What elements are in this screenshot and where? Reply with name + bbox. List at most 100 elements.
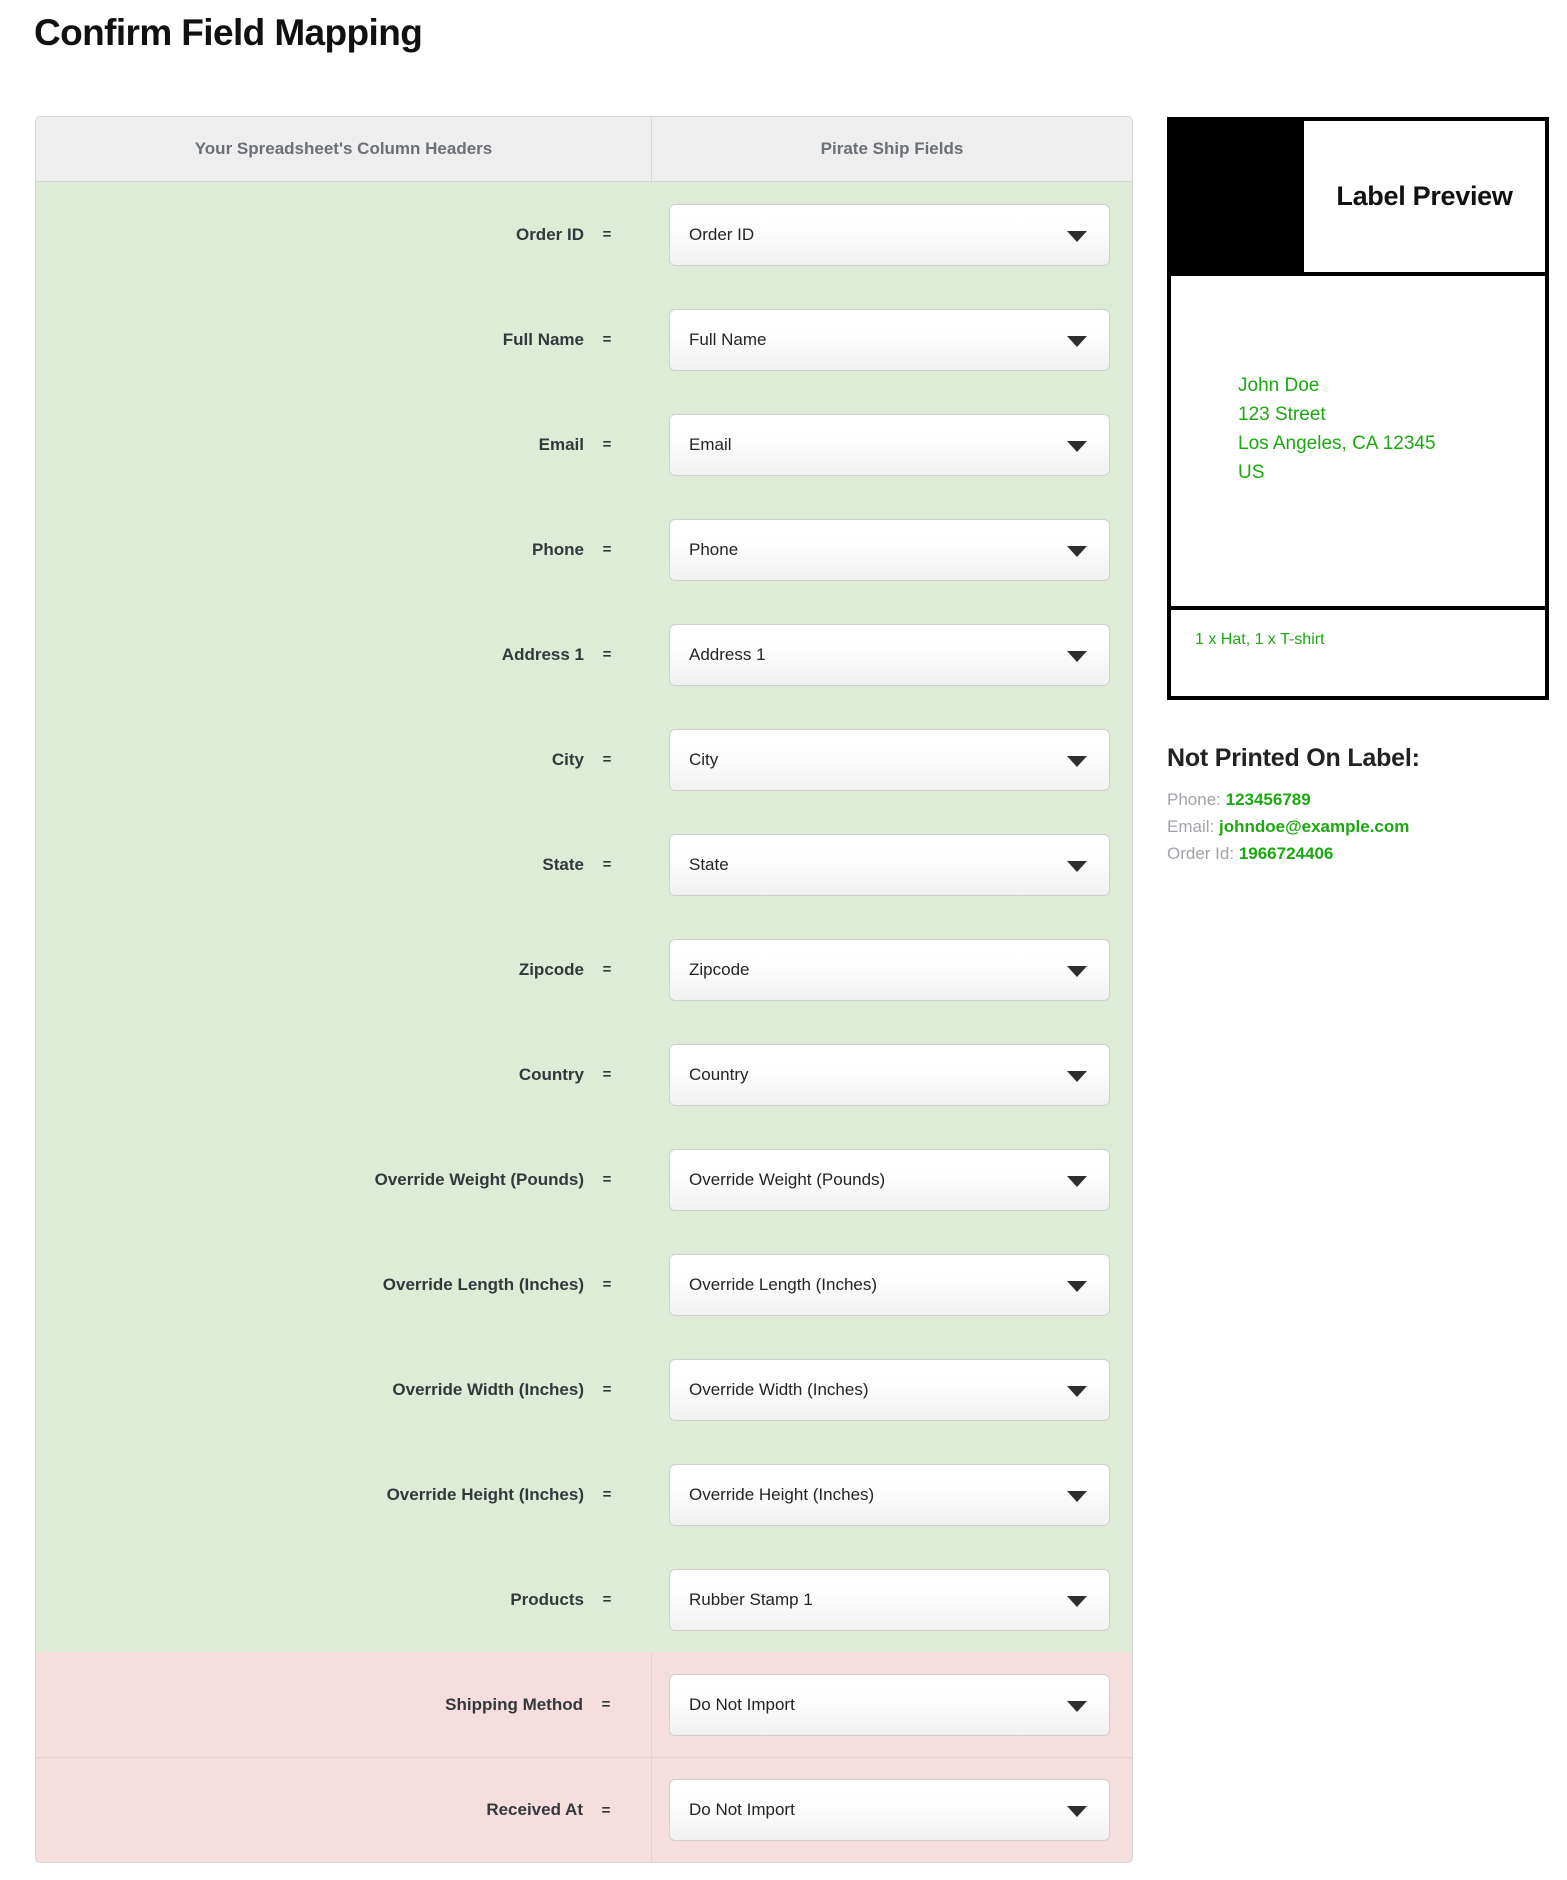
spreadsheet-column-name: Phone xyxy=(532,539,584,559)
equals-symbol: = xyxy=(602,961,612,978)
table-header-cell-pirate-ship: Pirate Ship Fields xyxy=(652,117,1132,181)
field-mapping-select-value: Email xyxy=(689,434,732,454)
field-mapping-select-value: Rubber Stamp 1 xyxy=(689,1589,813,1609)
not-printed-row: Phone: 123456789 xyxy=(1167,787,1549,814)
label-preview-panel: Label Preview John Doe 123 Street Los An… xyxy=(1167,117,1549,868)
pirate-ship-field-cell: City xyxy=(652,707,1132,812)
chevron-down-icon xyxy=(1067,1070,1087,1082)
field-mapping-select[interactable]: Address 1 xyxy=(669,623,1110,686)
shipping-label-box: Label Preview John Doe 123 Street Los An… xyxy=(1167,117,1549,700)
equals-symbol: = xyxy=(602,751,612,768)
table-row: Shipping Method = Do Not Import xyxy=(36,1652,1132,1757)
field-mapping-select[interactable]: State xyxy=(669,833,1110,896)
chevron-down-icon xyxy=(1067,1595,1087,1607)
table-row: Override Width (Inches) = Override Width (… xyxy=(36,1337,1132,1442)
spreadsheet-column-cell: City = xyxy=(36,707,652,812)
table-header-cell-spreadsheet: Your Spreadsheet's Column Headers xyxy=(36,117,652,181)
equals-symbol: = xyxy=(602,1066,612,1083)
equals-symbol: = xyxy=(602,1276,612,1293)
table-row: Products = Rubber Stamp 1 xyxy=(36,1547,1132,1652)
pirate-ship-field-cell: Address 1 xyxy=(652,602,1132,707)
field-mapping-select[interactable]: City xyxy=(669,728,1110,791)
spreadsheet-column-cell: Products = xyxy=(36,1547,652,1652)
pirate-ship-field-cell: Phone xyxy=(652,497,1132,602)
equals-symbol: = xyxy=(602,1381,612,1398)
barcode-placeholder-icon xyxy=(1171,121,1304,272)
field-mapping-select[interactable]: Override Height (Inches) xyxy=(669,1463,1110,1526)
table-row: Email = Email xyxy=(36,392,1132,497)
field-mapping-select[interactable]: Override Width (Inches) xyxy=(669,1358,1110,1421)
spreadsheet-column-cell: Order ID = xyxy=(36,182,652,287)
chevron-down-icon xyxy=(1067,1490,1087,1502)
chevron-down-icon xyxy=(1067,650,1087,662)
pirate-ship-field-cell: Full Name xyxy=(652,287,1132,392)
spreadsheet-column-cell: Country = xyxy=(36,1022,652,1127)
spreadsheet-column-cell: Full Name = xyxy=(36,287,652,392)
chevron-down-icon xyxy=(1067,965,1087,977)
chevron-down-icon xyxy=(1067,440,1087,452)
field-mapping-select-value: Override Width (Inches) xyxy=(689,1379,869,1399)
chevron-down-icon xyxy=(1067,1385,1087,1397)
not-printed-row: Email: johndoe@example.com xyxy=(1167,814,1549,841)
spreadsheet-column-name: State xyxy=(542,854,584,874)
table-row: Override Weight (Pounds) = Override Weight… xyxy=(36,1127,1132,1232)
spreadsheet-column-name: Products xyxy=(510,1589,584,1609)
pirate-ship-field-cell: Country xyxy=(652,1022,1132,1127)
chevron-down-icon xyxy=(1067,755,1087,767)
field-mapping-select-value: Override Weight (Pounds) xyxy=(689,1169,886,1189)
table-row: Order ID = Order ID xyxy=(36,182,1132,287)
pirate-ship-field-cell: Override Length (Inches) xyxy=(652,1232,1132,1337)
pirate-ship-field-cell: Override Width (Inches) xyxy=(652,1337,1132,1442)
spreadsheet-column-cell: Override Weight (Pounds) = xyxy=(36,1127,652,1232)
field-mapping-select[interactable]: Zipcode xyxy=(669,938,1110,1001)
spreadsheet-column-name: Email xyxy=(538,434,584,454)
chevron-down-icon xyxy=(1067,1175,1087,1187)
field-mapping-select-value: Zipcode xyxy=(689,959,750,979)
table-row: Zipcode = Zipcode xyxy=(36,917,1132,1022)
spreadsheet-column-name: Order ID xyxy=(515,224,584,244)
field-mapping-select[interactable]: Full Name xyxy=(669,308,1110,371)
field-mapping-select[interactable]: Phone xyxy=(669,518,1110,581)
spreadsheet-column-name: City xyxy=(551,749,584,769)
spreadsheet-column-name: Zipcode xyxy=(518,959,584,979)
field-mapping-select[interactable]: Do Not Import xyxy=(669,1673,1110,1736)
field-mapping-select-value: Override Height (Inches) xyxy=(689,1484,875,1504)
field-mapping-select[interactable]: Do Not Import xyxy=(669,1779,1110,1841)
pirate-ship-field-cell: Email xyxy=(652,392,1132,497)
field-mapping-select[interactable]: Override Weight (Pounds) xyxy=(669,1148,1110,1211)
field-mapping-select-value: Order ID xyxy=(689,224,755,244)
address-line: 123 Street xyxy=(1238,403,1326,425)
label-title-area: Label Preview xyxy=(1304,121,1545,272)
spreadsheet-column-cell: Override Width (Inches) = xyxy=(36,1337,652,1442)
spreadsheet-column-cell: Email = xyxy=(36,392,652,497)
label-address-block: John Doe 123 Street Los Angeles, CA 1234… xyxy=(1171,276,1545,606)
spreadsheet-column-name: Override Width (Inches) xyxy=(392,1379,584,1399)
equals-symbol: = xyxy=(602,1591,612,1608)
field-mapping-select[interactable]: Override Length (Inches) xyxy=(669,1253,1110,1316)
table-header-row: Your Spreadsheet's Column Headers Pirate… xyxy=(36,117,1132,182)
field-mapping-select[interactable]: Email xyxy=(669,413,1110,476)
table-row: Override Height (Inches) = Override Height… xyxy=(36,1442,1132,1547)
spreadsheet-column-cell: Shipping Method = xyxy=(36,1652,652,1757)
pirate-ship-field-cell: Do Not Import xyxy=(652,1757,1132,1862)
field-mapping-select[interactable]: Country xyxy=(669,1043,1110,1106)
field-mapping-select-value: Address 1 xyxy=(689,644,766,664)
spreadsheet-column-name: Override Weight (Pounds) xyxy=(374,1169,584,1189)
equals-symbol: = xyxy=(602,856,612,873)
field-mapping-select-value: City xyxy=(689,749,719,769)
table-body: Order ID = Order ID Full Name = Full Name Emai… xyxy=(36,182,1132,1862)
field-mapping-select-value: Do Not Import xyxy=(689,1800,795,1819)
equals-symbol: = xyxy=(601,1696,611,1713)
column-header-label-left: Your Spreadsheet's Column Headers xyxy=(194,139,493,158)
equals-symbol: = xyxy=(602,1486,612,1503)
field-mapping-select[interactable]: Order ID xyxy=(669,203,1110,266)
equals-symbol: = xyxy=(602,1171,612,1188)
equals-symbol: = xyxy=(602,331,612,348)
field-mapping-table: Your Spreadsheet's Column Headers Pirate… xyxy=(35,116,1133,1863)
field-mapping-select-value: Phone xyxy=(689,539,739,559)
field-mapping-select[interactable]: Rubber Stamp 1 xyxy=(669,1568,1110,1631)
table-row: Address 1 = Address 1 xyxy=(36,602,1132,707)
not-printed-label: Phone: xyxy=(1167,790,1226,809)
field-mapping-select-value: Country xyxy=(689,1064,749,1084)
not-printed-row: Order Id: 1966724406 xyxy=(1167,841,1549,868)
